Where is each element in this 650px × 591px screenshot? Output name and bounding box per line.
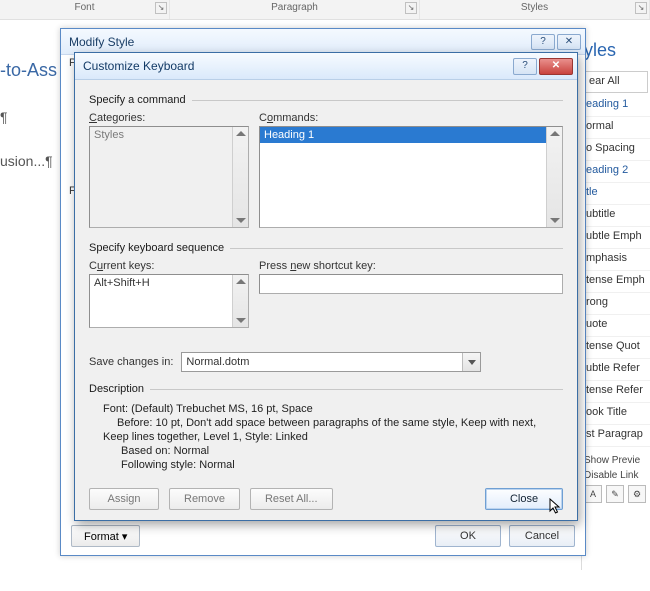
ribbon: Font ↘ Paragraph ↘ Styles ↘ (0, 0, 650, 20)
save-changes-label: Save changes in: (89, 356, 173, 368)
dialog-launcher-icon[interactable]: ↘ (405, 2, 417, 14)
ribbon-group-paragraph: Paragraph ↘ (170, 0, 420, 19)
close-icon[interactable]: ✕ (557, 34, 581, 50)
style-item[interactable]: ear All (584, 71, 648, 93)
document-area: -to-Ass ¶ usion...¶ (0, 20, 62, 580)
style-item[interactable]: eading 1 (582, 95, 650, 117)
style-item[interactable]: tense Emph (582, 271, 650, 293)
press-new-label: Press new shortcut key: (259, 260, 563, 272)
style-item[interactable]: tense Quot (582, 337, 650, 359)
show-preview-checkbox[interactable]: Show Previe (582, 453, 650, 468)
section-label: Specify keyboard sequence (89, 242, 230, 254)
reset-all-button[interactable]: Reset All... (250, 488, 333, 510)
format-button[interactable]: Format ▾ (71, 525, 140, 547)
style-inspector-icon[interactable]: ✎ (606, 485, 624, 503)
styles-pane-title: yles (582, 36, 650, 69)
manage-styles-icon[interactable]: ⚙ (628, 485, 646, 503)
description-text: Font: (Default) Trebuchet MS, 16 pt, Spa… (89, 402, 563, 472)
list-item[interactable]: Alt+Shift+H (90, 275, 248, 291)
description-label: Description (89, 382, 150, 396)
scrollbar[interactable] (232, 275, 248, 327)
dialog-title: Customize Keyboard (83, 59, 194, 73)
current-keys-listbox[interactable]: Alt+Shift+H (89, 274, 249, 328)
commands-listbox[interactable]: Heading 1 (259, 126, 563, 228)
cancel-button[interactable]: Cancel (509, 525, 575, 547)
ok-button[interactable]: OK (435, 525, 501, 547)
close-button[interactable]: Close (485, 488, 563, 510)
new-style-icon[interactable]: A (584, 485, 602, 503)
commands-label: Commands: (259, 112, 563, 124)
style-item[interactable]: tle (582, 183, 650, 205)
current-keys-label: Current keys: (89, 260, 249, 272)
dialog-title: Modify Style (69, 35, 134, 49)
style-item[interactable]: uote (582, 315, 650, 337)
ribbon-group-font: Font ↘ (0, 0, 170, 19)
assign-button[interactable]: Assign (89, 488, 159, 510)
style-item[interactable]: ormal (582, 117, 650, 139)
ribbon-group-styles: Styles ↘ (420, 0, 650, 19)
dialog-launcher-icon[interactable]: ↘ (635, 2, 647, 14)
customize-keyboard-dialog: Customize Keyboard ? ✕ Specify a command… (74, 52, 578, 521)
style-item[interactable]: ubtle Emph (582, 227, 650, 249)
scrollbar[interactable] (232, 127, 248, 227)
chevron-down-icon[interactable] (462, 353, 480, 371)
scrollbar[interactable] (546, 127, 562, 227)
style-item[interactable]: o Spacing (582, 139, 650, 161)
style-item[interactable]: st Paragrap (582, 425, 650, 447)
disable-linked-checkbox[interactable]: Disable Link (582, 468, 650, 483)
style-item[interactable]: mphasis (582, 249, 650, 271)
new-shortcut-input[interactable] (259, 274, 563, 294)
help-button[interactable]: ? (513, 58, 537, 75)
list-item[interactable]: Styles (90, 127, 248, 143)
categories-label: Categories: (89, 112, 249, 124)
help-button[interactable]: ? (531, 34, 555, 50)
style-item[interactable]: tense Refer (582, 381, 650, 403)
save-changes-select[interactable]: Normal.dotm (181, 352, 481, 372)
close-icon[interactable]: ✕ (539, 58, 573, 75)
categories-listbox[interactable]: Styles (89, 126, 249, 228)
customize-keyboard-titlebar[interactable]: Customize Keyboard ? ✕ (75, 53, 577, 80)
style-item[interactable]: eading 2 (582, 161, 650, 183)
style-item[interactable]: ubtle Refer (582, 359, 650, 381)
styles-pane: yles ear All eading 1 ormal o Spacing ea… (581, 30, 650, 570)
remove-button[interactable]: Remove (169, 488, 240, 510)
dialog-launcher-icon[interactable]: ↘ (155, 2, 167, 14)
style-item[interactable]: rong (582, 293, 650, 315)
style-item[interactable]: ubtitle (582, 205, 650, 227)
section-label: Specify a command (89, 94, 192, 106)
style-item[interactable]: ook Title (582, 403, 650, 425)
list-item[interactable]: Heading 1 (260, 127, 562, 143)
